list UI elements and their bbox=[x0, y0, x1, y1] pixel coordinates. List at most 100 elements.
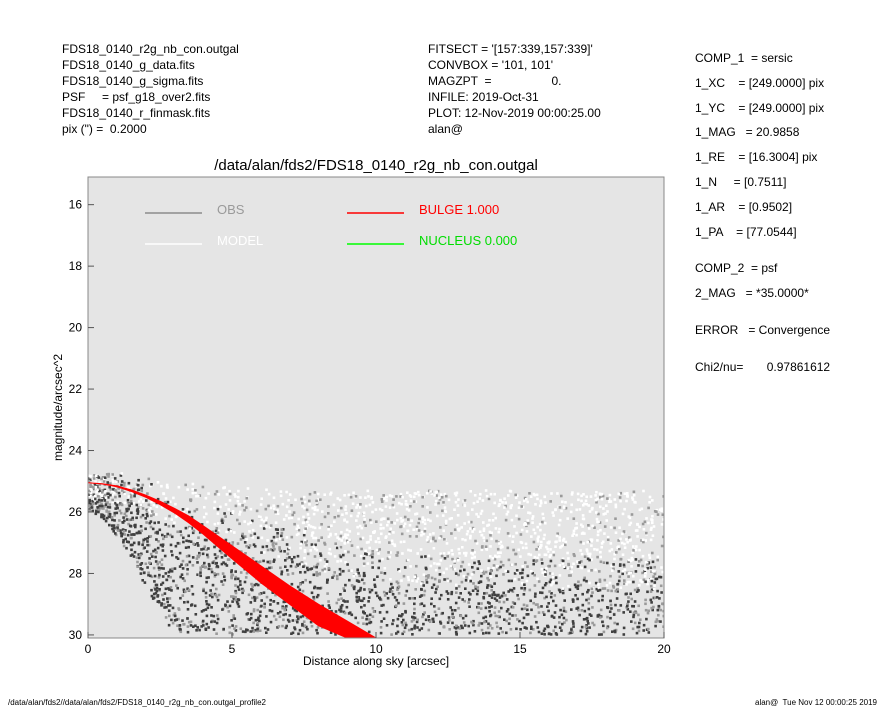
obs-point bbox=[364, 496, 367, 499]
obs-point bbox=[148, 557, 151, 560]
obs-point bbox=[464, 587, 467, 590]
obs-point bbox=[486, 584, 490, 587]
obs-point bbox=[368, 618, 371, 621]
obs-point bbox=[476, 589, 480, 593]
obs-point bbox=[632, 574, 635, 578]
obs-point bbox=[158, 573, 161, 577]
obs-point bbox=[479, 580, 483, 584]
obs-point bbox=[201, 552, 205, 556]
obs-point bbox=[207, 576, 210, 579]
obs-point bbox=[570, 503, 573, 507]
obs-point bbox=[614, 517, 617, 520]
obs-point bbox=[129, 554, 133, 557]
obs-point bbox=[164, 497, 168, 500]
obs-point bbox=[413, 602, 416, 606]
obs-point bbox=[120, 534, 123, 537]
obs-point bbox=[623, 492, 627, 495]
obs-point bbox=[407, 548, 410, 552]
obs-point bbox=[433, 562, 436, 565]
obs-point bbox=[260, 604, 263, 608]
obs-point bbox=[94, 485, 98, 489]
obs-point bbox=[397, 592, 401, 595]
obs-point bbox=[625, 499, 628, 503]
obs-point bbox=[182, 540, 185, 544]
obs-point bbox=[103, 517, 106, 521]
obs-point bbox=[560, 494, 563, 498]
obs-point bbox=[388, 532, 391, 536]
obs-point bbox=[648, 556, 652, 560]
obs-point bbox=[363, 588, 366, 591]
obs-point bbox=[478, 621, 481, 625]
obs-point bbox=[203, 545, 207, 548]
obs-point bbox=[650, 579, 654, 583]
obs-point bbox=[422, 573, 426, 576]
obs-point bbox=[458, 627, 461, 630]
obs-point bbox=[560, 509, 563, 513]
obs-point bbox=[357, 571, 360, 575]
obs-point bbox=[407, 583, 410, 587]
obs-point bbox=[541, 512, 545, 516]
obs-point bbox=[186, 568, 189, 571]
obs-point bbox=[199, 574, 202, 578]
obs-point bbox=[610, 589, 613, 593]
obs-point bbox=[435, 490, 439, 493]
obs-point bbox=[196, 626, 199, 629]
obs-point bbox=[600, 492, 604, 496]
obs-point bbox=[161, 581, 165, 585]
obs-point bbox=[273, 547, 276, 551]
obs-point bbox=[490, 531, 493, 535]
obs-point bbox=[437, 607, 441, 610]
obs-point bbox=[231, 624, 234, 627]
obs-point bbox=[338, 498, 342, 502]
obs-point bbox=[660, 591, 663, 594]
y-tick-label: 22 bbox=[69, 382, 83, 396]
obs-point bbox=[150, 483, 153, 486]
obs-point bbox=[247, 593, 251, 597]
obs-point bbox=[541, 611, 545, 614]
obs-point bbox=[384, 536, 387, 539]
obs-point bbox=[457, 573, 460, 577]
obs-point bbox=[228, 489, 231, 493]
obs-point bbox=[440, 496, 444, 499]
obs-point bbox=[152, 566, 156, 570]
obs-point bbox=[486, 626, 490, 630]
obs-point bbox=[216, 598, 220, 602]
obs-point bbox=[453, 560, 456, 563]
footer-file-path: /data/alan/fds2//data/alan/fds2/FDS18_01… bbox=[8, 698, 266, 707]
obs-point bbox=[423, 522, 427, 525]
obs-point bbox=[186, 630, 190, 634]
obs-point bbox=[281, 538, 285, 541]
obs-point bbox=[207, 547, 210, 550]
obs-point bbox=[446, 592, 450, 595]
obs-point bbox=[613, 526, 616, 530]
obs-point bbox=[551, 576, 555, 579]
obs-point bbox=[434, 503, 437, 506]
obs-point bbox=[245, 506, 248, 509]
obs-point bbox=[588, 626, 591, 629]
obs-point bbox=[181, 567, 185, 570]
obs-point bbox=[213, 572, 216, 575]
obs-point bbox=[310, 624, 314, 628]
obs-point bbox=[408, 524, 412, 527]
obs-point bbox=[94, 512, 98, 516]
obs-point bbox=[118, 519, 121, 522]
obs-point bbox=[97, 498, 101, 502]
obs-point bbox=[151, 527, 155, 531]
obs-point bbox=[457, 559, 460, 562]
obs-point bbox=[344, 508, 347, 511]
obs-point bbox=[618, 609, 621, 612]
obs-point bbox=[309, 567, 312, 571]
obs-point bbox=[491, 593, 494, 596]
obs-point bbox=[245, 544, 248, 548]
obs-point bbox=[225, 530, 228, 534]
obs-point bbox=[441, 514, 445, 517]
obs-point bbox=[636, 529, 639, 532]
obs-point bbox=[372, 531, 376, 534]
obs-point bbox=[147, 573, 150, 577]
obs-point bbox=[360, 547, 363, 551]
obs-point bbox=[498, 527, 501, 531]
obs-point bbox=[174, 502, 177, 506]
obs-point bbox=[343, 494, 346, 497]
obs-point bbox=[536, 556, 539, 560]
obs-point bbox=[304, 578, 307, 582]
